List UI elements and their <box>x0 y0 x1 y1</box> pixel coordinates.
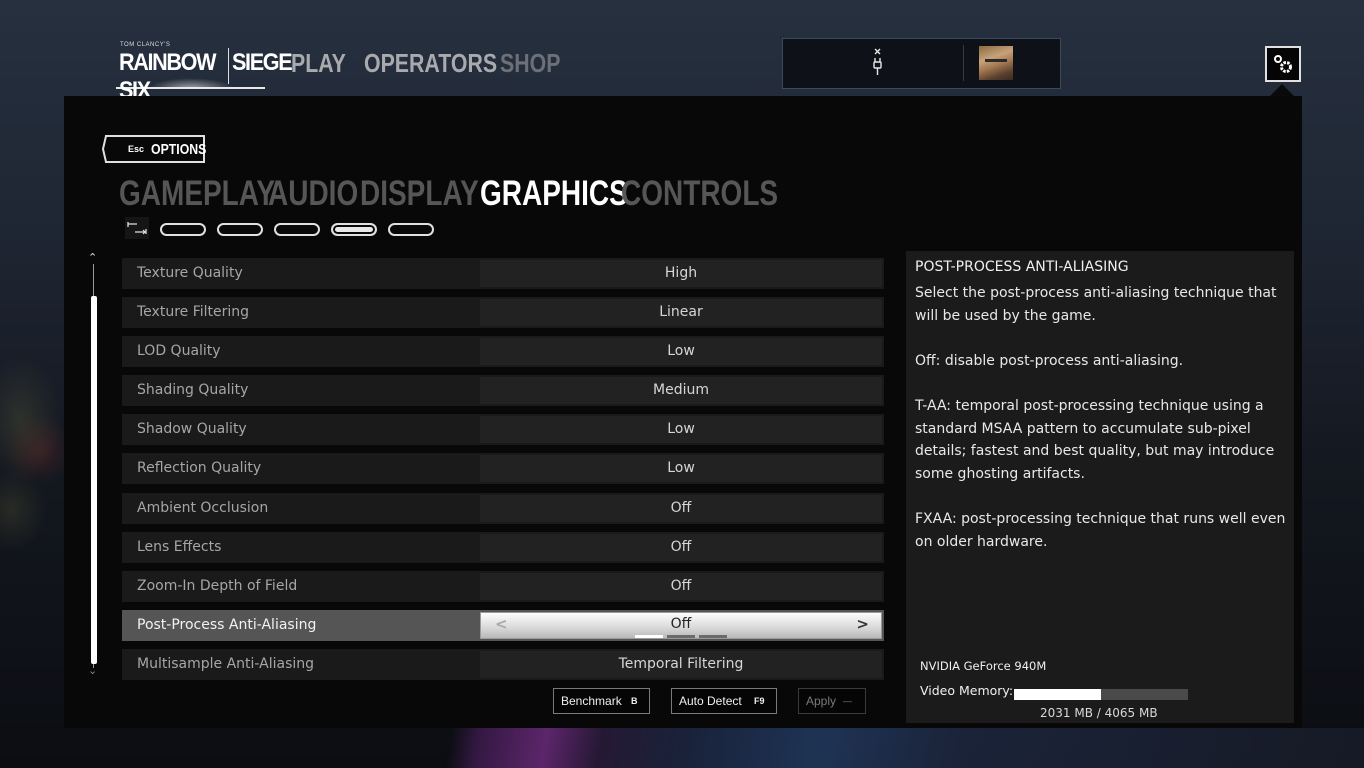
setting-label: LOD Quality <box>137 343 221 360</box>
settings-button[interactable] <box>1265 46 1301 82</box>
options-label: OPTIONS <box>151 141 207 158</box>
setting-label: Lens Effects <box>137 538 222 555</box>
setting-value[interactable]: Low <box>480 416 882 444</box>
description-title: POST-PROCESS ANTI-ALIASING <box>915 259 1129 275</box>
scroll-up-icon[interactable]: ⌃ <box>88 251 97 264</box>
setting-description-panel: POST-PROCESS ANTI-ALIASING Select the po… <box>906 251 1294 723</box>
subpage-3[interactable] <box>274 223 320 236</box>
setting-value: Off <box>670 615 692 632</box>
connection-status-panel <box>782 38 1061 89</box>
background-scene <box>0 728 1364 768</box>
option-indicators <box>635 634 735 638</box>
back-arrow-icon <box>102 135 120 163</box>
video-memory-fill <box>1014 689 1101 700</box>
nav-operators[interactable]: OPERATORS <box>364 48 497 79</box>
logo-subtitle: TOM CLANCY'S <box>120 42 171 48</box>
toggle-arrows-icon[interactable] <box>125 217 149 239</box>
back-options-button[interactable]: Esc OPTIONS <box>102 135 207 163</box>
settings-pointer <box>1270 84 1294 96</box>
apply-button[interactable]: Apply — <box>798 688 866 714</box>
tab-controls[interactable]: CONTROLS <box>621 174 778 214</box>
setting-row-multisample-aa[interactable]: Multisample Anti-Aliasing Temporal Filte… <box>122 648 884 680</box>
option-indicator <box>667 634 695 638</box>
setting-label: Post-Process Anti-Aliasing <box>137 616 317 633</box>
video-memory-bar <box>1014 689 1188 700</box>
setting-label: Shadow Quality <box>137 421 247 438</box>
disconnected-plug-icon <box>873 48 882 75</box>
subpage-4[interactable] <box>331 223 377 236</box>
apply-key: — <box>843 696 852 706</box>
settings-list: Texture Quality High Texture Filtering L… <box>122 258 884 688</box>
avatar-detail <box>985 59 1007 62</box>
tab-display[interactable]: DISPLAY <box>360 174 479 214</box>
setting-label: Reflection Quality <box>137 460 262 477</box>
setting-row-post-process-aa[interactable]: Post-Process Anti-Aliasing < Off > <box>122 609 884 641</box>
gpu-name: NVIDIA GeForce 940M <box>920 659 1047 673</box>
setting-row-texture-quality[interactable]: Texture Quality High <box>122 258 884 289</box>
game-logo[interactable]: TOM CLANCY'S RAINBOW SIX SIEGE <box>116 42 293 104</box>
option-indicator <box>699 634 727 638</box>
setting-value[interactable]: High <box>480 260 882 287</box>
gears-icon <box>1274 55 1292 73</box>
apply-label: Apply <box>806 694 837 708</box>
subpage-1[interactable] <box>160 223 206 236</box>
video-memory-label: Video Memory: <box>920 683 1014 698</box>
setting-row-ambient-occlusion[interactable]: Ambient Occlusion Off <box>122 492 884 524</box>
setting-row-zoom-in-dof[interactable]: Zoom-In Depth of Field Off <box>122 570 884 602</box>
setting-value[interactable]: Temporal Filtering <box>480 650 882 678</box>
previous-option-arrow-icon[interactable]: < <box>495 613 508 635</box>
setting-label: Ambient Occlusion <box>137 499 269 516</box>
esc-key-label: Esc <box>128 144 145 154</box>
setting-label: Multisample Anti-Aliasing <box>137 655 315 672</box>
setting-row-lod-quality[interactable]: LOD Quality Low <box>122 336 884 368</box>
setting-row-lens-effects[interactable]: Lens Effects Off <box>122 531 884 563</box>
next-option-arrow-icon[interactable]: > <box>856 613 869 635</box>
setting-row-shading-quality[interactable]: Shading Quality Medium <box>122 375 884 407</box>
auto-detect-button[interactable]: Auto Detect F9 <box>671 688 777 714</box>
setting-label: Shading Quality <box>137 382 249 399</box>
auto-detect-key: F9 <box>754 696 765 706</box>
tab-graphics[interactable]: GRAPHICS <box>480 174 628 214</box>
setting-value[interactable]: Low <box>480 455 882 483</box>
subpage-5[interactable] <box>388 223 434 236</box>
setting-value[interactable]: Off <box>480 494 882 522</box>
nav-shop[interactable]: SHOP <box>500 48 560 79</box>
nav-play[interactable]: PLAY <box>291 48 346 79</box>
setting-label: Texture Quality <box>137 265 243 281</box>
setting-row-reflection-quality[interactable]: Reflection Quality Low <box>122 453 884 485</box>
setting-value[interactable]: Low <box>480 338 882 366</box>
logo-title-siege: SIEGE <box>232 49 293 76</box>
logo-divider <box>228 48 229 84</box>
option-indicator <box>635 634 663 638</box>
benchmark-key: B <box>631 696 638 706</box>
scrollbar-thumb[interactable] <box>91 296 97 664</box>
setting-value-selector[interactable]: < Off > <box>480 611 882 639</box>
scroll-down-icon[interactable]: ⌄ <box>88 664 97 677</box>
setting-value[interactable]: Medium <box>480 377 882 405</box>
tab-gameplay[interactable]: GAMEPLAY <box>119 174 275 214</box>
benchmark-label: Benchmark <box>561 694 622 708</box>
setting-label: Zoom-In Depth of Field <box>137 577 298 594</box>
subpage-2[interactable] <box>217 223 263 236</box>
setting-value[interactable]: Linear <box>480 299 882 327</box>
description-body: Select the post-process anti-aliasing te… <box>915 285 1286 550</box>
setting-row-texture-filtering[interactable]: Texture Filtering Linear <box>122 297 884 329</box>
setting-value[interactable]: Off <box>480 572 882 600</box>
video-memory-text: 2031 MB / 4065 MB <box>1040 706 1158 720</box>
options-panel: Esc OPTIONS GAMEPLAY AUDIO DISPLAY GRAPH… <box>64 96 1302 728</box>
setting-value[interactable]: Off <box>480 533 882 561</box>
avatar[interactable] <box>979 46 1013 80</box>
tab-audio[interactable]: AUDIO <box>268 174 358 214</box>
benchmark-button[interactable]: Benchmark B <box>553 688 650 714</box>
setting-row-shadow-quality[interactable]: Shadow Quality Low <box>122 414 884 446</box>
auto-detect-label: Auto Detect <box>679 694 742 708</box>
status-separator <box>963 45 964 81</box>
setting-label: Texture Filtering <box>137 304 250 321</box>
